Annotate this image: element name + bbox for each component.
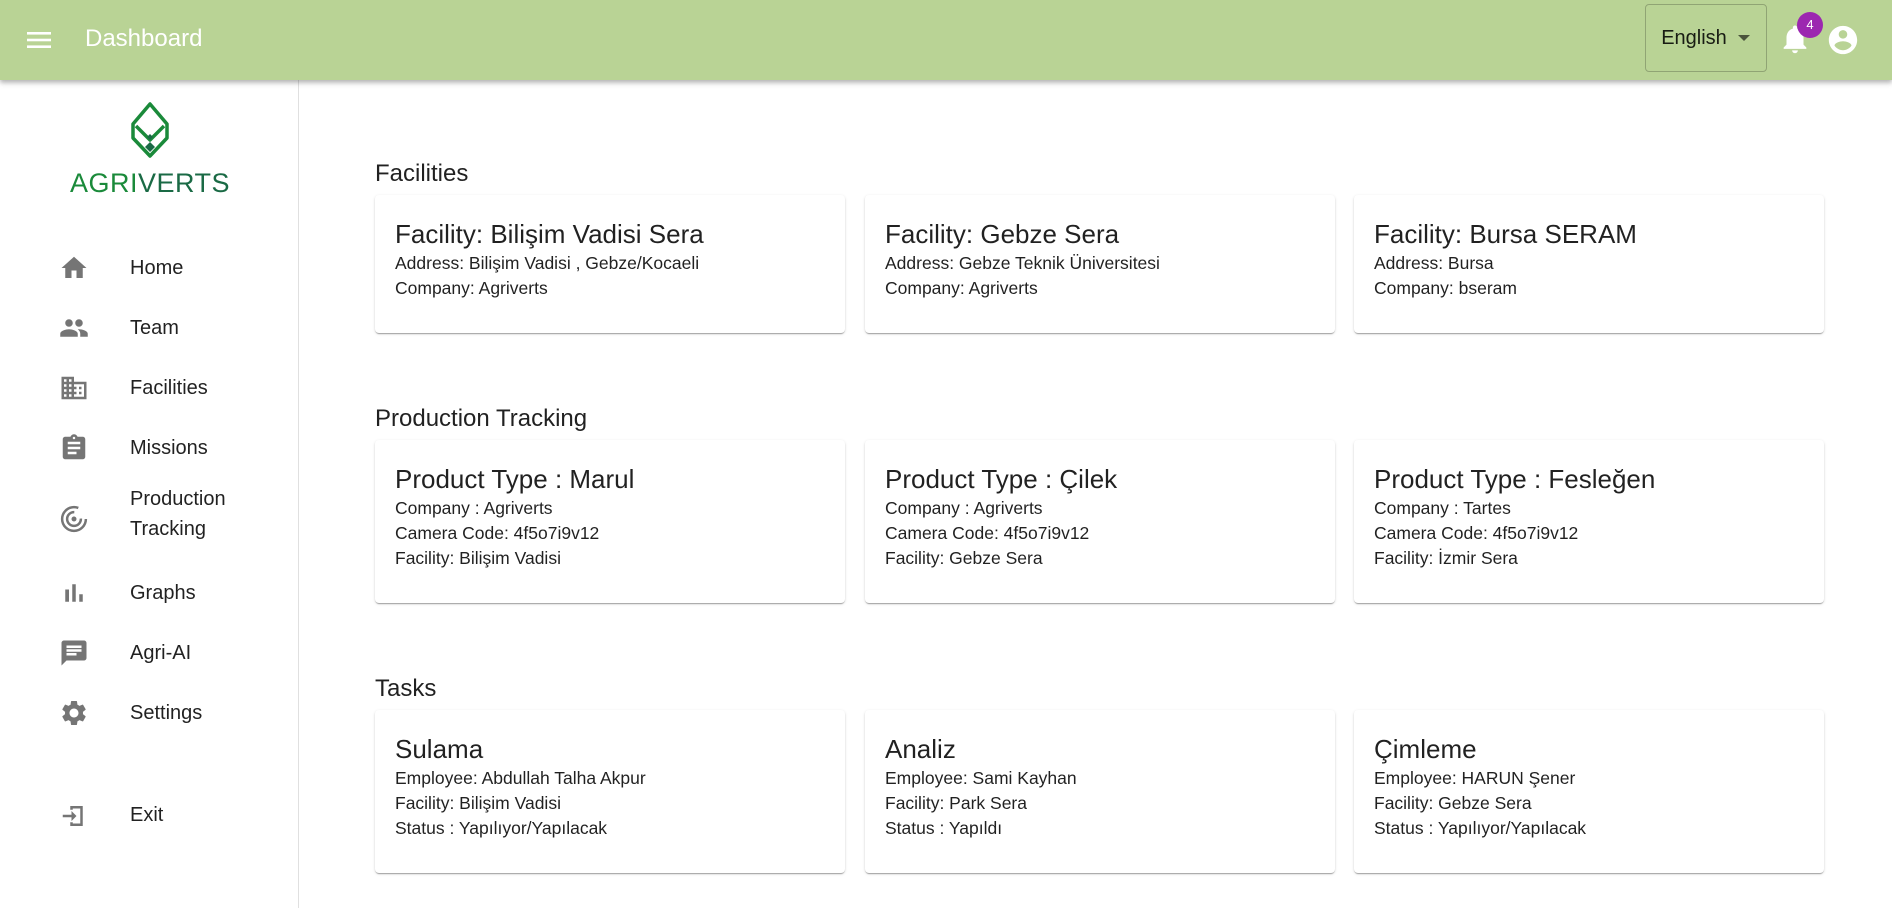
agriverts-logo: AGRIVERTS: [70, 92, 230, 202]
card-title: Product Type : Çilek: [885, 464, 1118, 494]
task-card[interactable]: Analiz Employee: Sami Kayhan Facility: P…: [865, 710, 1335, 873]
exit-icon: [62, 806, 83, 826]
card-title: Çimleme: [1374, 734, 1477, 764]
chat-icon: [61, 640, 87, 666]
card-company: Company : Tartes: [1374, 498, 1511, 518]
nav-item-home[interactable]: Home: [0, 238, 299, 298]
card-employee: Employee: Sami Kayhan: [885, 768, 1077, 788]
card-status: Status : Yapılıyor/Yapılacak: [1374, 818, 1587, 838]
nav-label-settings: Settings: [130, 702, 203, 724]
nav-item-facilities[interactable]: Facilities: [0, 358, 299, 418]
production-card[interactable]: Product Type : Fesleğen Company : Tartes…: [1354, 440, 1824, 603]
nav-label-production-line2: Tracking: [130, 518, 206, 540]
caret-down-icon: [1737, 35, 1750, 41]
card-title: Facility: Gebze Sera: [885, 219, 1120, 249]
card-address: Address: Gebze Teknik Üniversitesi: [885, 253, 1160, 273]
target-icon: [60, 505, 88, 533]
section-title-facilities: Facilities: [375, 160, 469, 187]
assignment-icon: [62, 434, 86, 460]
card-company: Company: Agriverts: [395, 278, 548, 298]
nav-label-graphs: Graphs: [130, 582, 196, 604]
nav-item-team[interactable]: Team: [0, 298, 299, 358]
card-title: Facility: Bursa SERAM: [1374, 219, 1637, 249]
nav-item-missions[interactable]: Missions: [0, 418, 299, 478]
card-camera-code: Camera Code: 4f5o7i9v12: [1374, 523, 1579, 543]
card-camera-code: Camera Code: 4f5o7i9v12: [395, 523, 600, 543]
leaf-logo-icon: [131, 102, 169, 158]
app-bar: Dashboard English 4: [0, 0, 1892, 80]
task-card[interactable]: Çimleme Employee: HARUN Şener Facility: …: [1354, 710, 1824, 873]
card-company: Company: bseram: [1374, 278, 1517, 298]
card-employee: Employee: HARUN Şener: [1374, 768, 1576, 788]
nav-item-agri-ai[interactable]: Agri-AI: [0, 623, 299, 683]
language-label: English: [1661, 26, 1727, 49]
card-facility: Facility: Park Sera: [885, 793, 1027, 813]
nav-item-production-tracking[interactable]: Production Tracking: [0, 478, 299, 558]
people-icon: [60, 319, 88, 337]
section-title-tasks: Tasks: [375, 675, 437, 702]
task-card[interactable]: Sulama Employee: Abdullah Talha Akpur Fa…: [375, 710, 845, 873]
card-facility: Facility: İzmir Sera: [1374, 548, 1518, 568]
facility-card[interactable]: Facility: Bursa SERAM Address: Bursa Com…: [1354, 195, 1824, 333]
bar-chart-icon: [65, 584, 83, 602]
card-employee: Employee: Abdullah Talha Akpur: [395, 768, 646, 788]
production-card[interactable]: Product Type : Çilek Company : Agriverts…: [865, 440, 1335, 603]
nav-item-exit[interactable]: Exit: [0, 785, 299, 845]
card-title: Product Type : Fesleğen: [1374, 464, 1656, 494]
card-status: Status : Yapıldı: [885, 818, 1003, 838]
nav-item-graphs[interactable]: Graphs: [0, 563, 299, 623]
gear-icon: [62, 701, 86, 725]
home-icon: [61, 256, 87, 278]
logo-wordmark: AGRIVERTS: [70, 168, 231, 198]
card-title: Analiz: [885, 734, 956, 764]
card-title: Sulama: [395, 734, 484, 764]
card-facility: Facility: Bilişim Vadisi: [395, 548, 561, 568]
card-facility: Facility: Gebze Sera: [1374, 793, 1532, 813]
account-circle-icon[interactable]: [1826, 23, 1860, 57]
card-title: Facility: Bilişim Vadisi Sera: [395, 219, 704, 249]
nav-label-production-line1: Production: [130, 488, 226, 510]
card-company: Company : Agriverts: [885, 498, 1043, 518]
hamburger-menu-icon: [27, 32, 51, 48]
building-icon: [61, 376, 87, 400]
production-card[interactable]: Product Type : Marul Company : Agriverts…: [375, 440, 845, 603]
sidebar: AGRIVERTS Home Team Facilities Missions …: [0, 80, 299, 908]
card-title: Product Type : Marul: [395, 464, 635, 494]
facility-card[interactable]: Facility: Bilişim Vadisi Sera Address: B…: [375, 195, 845, 333]
nav-label-exit: Exit: [130, 804, 164, 826]
menu-button[interactable]: [22, 23, 56, 57]
card-camera-code: Camera Code: 4f5o7i9v12: [885, 523, 1090, 543]
nav-label-agri-ai: Agri-AI: [130, 642, 192, 664]
nav-label-facilities: Facilities: [130, 377, 208, 399]
card-company: Company: Agriverts: [885, 278, 1038, 298]
page-title: Dashboard: [85, 25, 203, 52]
language-select[interactable]: English: [1645, 4, 1767, 72]
facility-card[interactable]: Facility: Gebze Sera Address: Gebze Tekn…: [865, 195, 1335, 333]
card-address: Address: Bursa: [1374, 253, 1494, 273]
section-title-production-tracking: Production Tracking: [375, 405, 588, 432]
nav-label-team: Team: [130, 317, 179, 339]
card-facility: Facility: Gebze Sera: [885, 548, 1043, 568]
card-facility: Facility: Bilişim Vadisi: [395, 793, 561, 813]
nav-label-missions: Missions: [130, 437, 208, 459]
nav-label-home: Home: [130, 257, 184, 279]
nav-item-settings[interactable]: Settings: [0, 683, 299, 743]
card-address: Address: Bilişim Vadisi , Gebze/Kocaeli: [395, 253, 700, 273]
card-status: Status : Yapılıyor/Yapılacak: [395, 818, 608, 838]
card-company: Company : Agriverts: [395, 498, 553, 518]
notification-count-badge: 4: [1797, 12, 1823, 38]
